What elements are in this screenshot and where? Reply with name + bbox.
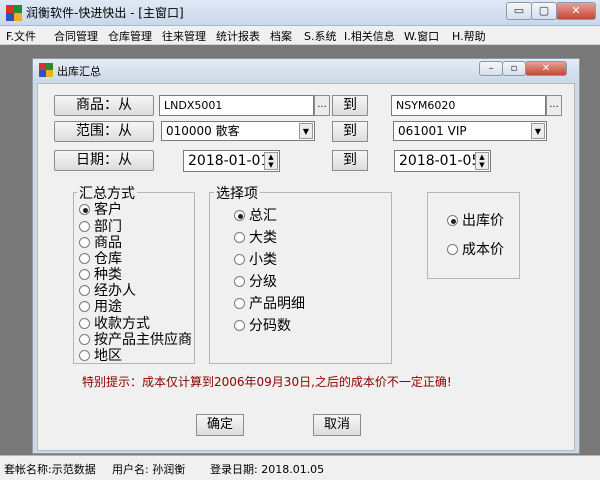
status-login-date: 登录日期: 2018.01.05 [210,463,325,476]
date-to-field[interactable]: 2018-01-05 ▲ ▼ [394,150,491,172]
radio-main-supplier[interactable] [79,334,90,345]
dialog-maximize-button[interactable]: ▫ [502,61,526,76]
ok-button[interactable]: 确定 [196,414,244,436]
app-icon [6,5,22,21]
select-items-title: 选择项 [214,183,260,203]
range-from-dropdown-icon[interactable]: ▼ [299,123,313,139]
range-from-value: 010000 散客 [166,124,240,138]
menu-archive[interactable]: 档案 [270,28,292,44]
label-region: 地区 [94,348,122,364]
radio-size-count[interactable] [234,320,245,331]
radio-warehouse[interactable] [79,253,90,264]
menu-accounts[interactable]: 往来管理 [162,28,206,44]
label-outbound-price: 出库价 [462,213,504,229]
radio-payment-method[interactable] [79,318,90,329]
radio-region[interactable] [79,350,90,361]
radio-purpose[interactable] [79,301,90,312]
cost-notice: 特别提示：成本仅计算到2006年09月30日,之后的成本价不一定正确! [82,375,452,389]
product-to-button[interactable]: 到 [332,95,368,116]
dialog-titlebar: 出库汇总 – ▫ ✕ [33,59,579,81]
dialog-minimize-button[interactable]: – [479,61,503,76]
status-account: 套帐名称:示范数据 [4,463,96,476]
radio-cost-price[interactable] [447,244,458,255]
radio-department[interactable] [79,221,90,232]
status-user: 用户名: 孙润衡 [112,463,186,476]
menu-file[interactable]: F.文件 [6,28,36,44]
radio-major-class[interactable] [234,232,245,243]
menu-warehouse[interactable]: 仓库管理 [108,28,152,44]
label-product-detail: 产品明细 [249,296,305,312]
range-to-value: 061001 VIP [398,124,467,138]
radio-product-detail[interactable] [234,298,245,309]
close-button[interactable]: ✕ [556,2,596,20]
menubar: F.文件 合同管理 仓库管理 往来管理 统计报表 档案 S.系统 I.相关信息 … [0,26,600,45]
label-minor-class: 小类 [249,252,277,268]
maximize-button[interactable]: ▢ [531,2,557,20]
summary-dialog: 出库汇总 – ▫ ✕ 商品：从 LNDX5001 ... 到 NSYM6020 … [32,58,580,454]
cancel-button[interactable]: 取消 [313,414,361,436]
date-from-button[interactable]: 日期：从 [54,150,154,171]
label-major-class: 大类 [249,230,277,246]
label-size-count: 分码数 [249,318,291,334]
product-to-browse-button[interactable]: ... [546,95,562,116]
price-group [427,192,520,279]
menu-contract[interactable]: 合同管理 [54,28,98,44]
radio-total[interactable] [234,210,245,221]
dialog-title: 出库汇总 [57,65,101,78]
radio-category[interactable] [79,269,90,280]
range-to-select[interactable]: 061001 VIP ▼ [393,121,547,141]
product-from-field[interactable]: LNDX5001 [159,95,314,116]
dialog-close-button[interactable]: ✕ [525,61,567,76]
label-cost-price: 成本价 [462,242,504,258]
product-from-button[interactable]: 商品：从 [54,95,154,116]
label-total: 总汇 [249,208,277,224]
date-to-spinner[interactable]: ▲ ▼ [475,152,489,170]
range-to-dropdown-icon[interactable]: ▼ [531,123,545,139]
date-to-button[interactable]: 到 [332,150,368,171]
dialog-body: 商品：从 LNDX5001 ... 到 NSYM6020 ... 范围：从 01… [37,83,575,451]
radio-customer[interactable] [79,204,90,215]
range-from-select[interactable]: 010000 散客 ▼ [161,121,315,141]
date-from-value: 2018-01-01 [188,153,270,169]
window-title: 润衡软件-快进快出 - [主窗口] [26,6,184,20]
range-to-button[interactable]: 到 [332,121,368,142]
radio-grade[interactable] [234,276,245,287]
menu-system[interactable]: S.系统 [304,28,336,44]
statusbar: 套帐名称:示范数据 用户名: 孙润衡 登录日期: 2018.01.05 [0,455,600,480]
product-from-browse-button[interactable]: ... [314,95,330,116]
dialog-icon [39,63,53,77]
radio-product[interactable] [79,237,90,248]
radio-handler[interactable] [79,285,90,296]
label-grade: 分级 [249,274,277,290]
range-from-button[interactable]: 范围：从 [54,121,154,142]
date-from-spinner[interactable]: ▲ ▼ [264,152,278,170]
radio-outbound-price[interactable] [447,215,458,226]
menu-reports[interactable]: 统计报表 [216,28,260,44]
menu-help[interactable]: H.帮助 [452,28,486,44]
product-to-field[interactable]: NSYM6020 [391,95,546,116]
date-from-field[interactable]: 2018-01-01 ▲ ▼ [183,150,280,172]
menu-related-info[interactable]: I.相关信息 [344,28,395,44]
main-titlebar: 润衡软件-快进快出 - [主窗口] ▭ ▢ ✕ [0,0,600,26]
minimize-button[interactable]: ▭ [506,2,532,20]
radio-minor-class[interactable] [234,254,245,265]
menu-window[interactable]: W.窗口 [404,28,439,44]
date-to-value: 2018-01-05 [399,153,481,169]
